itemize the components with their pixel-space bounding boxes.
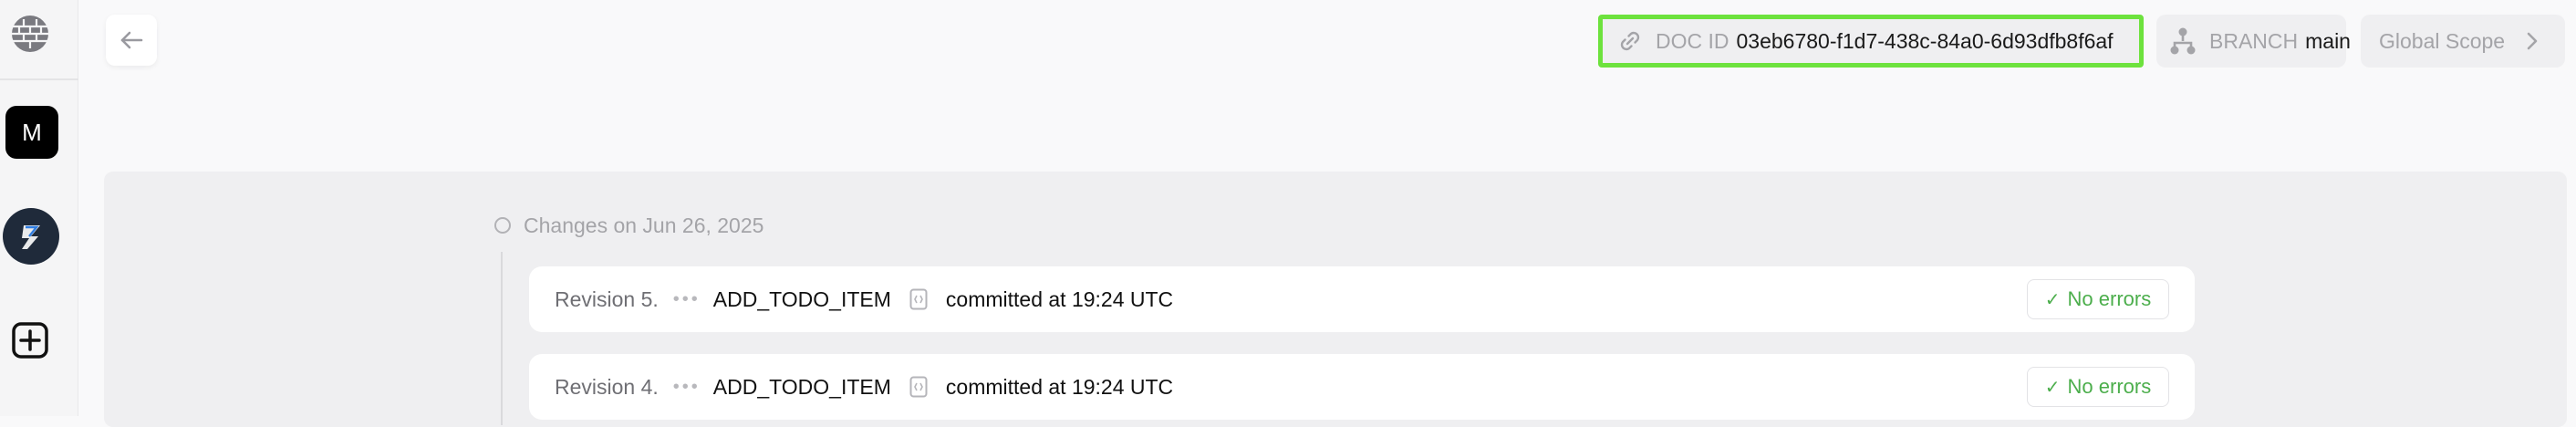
date-label: Changes on Jun 26, 2025	[524, 213, 764, 237]
more-dots-icon[interactable]: •••	[673, 377, 701, 398]
doc-id-value: 03eb6780-f1d7-438c-84a0-6d93dfb8f6af	[1736, 28, 2114, 53]
add-app-button[interactable]	[9, 319, 51, 361]
status-badge: ✓ No errors	[2027, 367, 2169, 407]
revision-row[interactable]: Revision 5. ••• ADD_TODO_ITEM committed …	[529, 266, 2195, 332]
status-text: No errors	[2067, 375, 2152, 398]
sidebar-app-s[interactable]	[3, 208, 59, 265]
branch-chip[interactable]: BRANCH main	[2156, 15, 2351, 68]
file-code-icon[interactable]	[909, 376, 928, 398]
revision-action: ADD_TODO_ITEM	[712, 286, 891, 311]
timeline-dot	[494, 217, 511, 234]
chevron-right-icon	[2527, 32, 2538, 50]
revision-time: committed at 19:24 UTC	[945, 374, 1174, 399]
s-app-icon	[22, 225, 40, 249]
sidebar-divider	[0, 78, 78, 80]
scope-selector[interactable]: Global Scope	[2361, 15, 2565, 68]
scope-label: Global Scope	[2379, 28, 2506, 53]
doc-id-label: DOC ID	[1656, 28, 1729, 53]
timeline-line	[501, 252, 503, 425]
check-icon: ✓	[2044, 377, 2061, 398]
status-badge: ✓ No errors	[2027, 279, 2169, 319]
revision-time: committed at 19:24 UTC	[945, 286, 1174, 311]
date-group-header: Changes on Jun 26, 2025	[494, 212, 763, 239]
plus-square-icon	[12, 322, 48, 359]
file-code-icon[interactable]	[909, 288, 928, 310]
branch-value: main	[2305, 28, 2351, 53]
back-button[interactable]	[106, 15, 157, 66]
sidebar-app-m[interactable]: M	[5, 106, 58, 159]
check-icon: ✓	[2044, 289, 2061, 310]
revision-label: Revision 4.	[555, 374, 659, 399]
m-app-icon: M	[22, 118, 42, 146]
branch-icon	[2169, 26, 2197, 56]
link-icon	[1617, 28, 1643, 54]
brick-globe-icon[interactable]	[9, 13, 51, 55]
revision-row[interactable]: Revision 4. ••• ADD_TODO_ITEM committed …	[529, 354, 2195, 420]
more-dots-icon[interactable]: •••	[673, 289, 701, 310]
sidebar: M	[0, 0, 78, 416]
revision-label: Revision 5.	[555, 286, 659, 311]
doc-id-chip[interactable]: DOC ID 03eb6780-f1d7-438c-84a0-6d93dfb8f…	[1598, 15, 2144, 68]
revision-action: ADD_TODO_ITEM	[712, 374, 891, 399]
arrow-left-icon	[120, 31, 143, 49]
branch-label: BRANCH	[2209, 28, 2299, 53]
status-text: No errors	[2067, 287, 2152, 310]
